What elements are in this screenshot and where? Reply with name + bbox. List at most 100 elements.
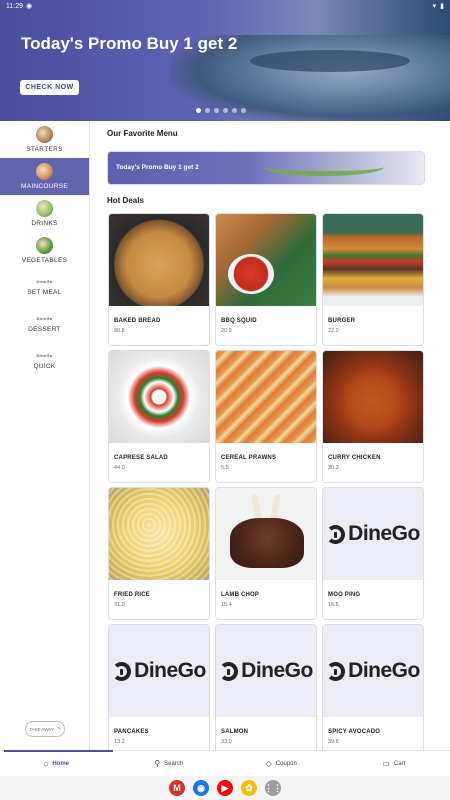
check-now-button[interactable]: CHECK NOW [20, 80, 79, 95]
sidebar-item-label: MAINCOURSE [20, 183, 69, 190]
sidebar-item-maincourse[interactable]: MAINCOURSE [0, 158, 89, 195]
food-card-caprese-salad[interactable]: CAPRESE SALAD 44.0 [108, 350, 210, 483]
nav-home[interactable]: ⌂ Home [0, 750, 113, 776]
carousel-dot[interactable] [214, 108, 219, 113]
carousel-dot[interactable] [196, 108, 201, 113]
status-time: 11:29 [6, 2, 23, 10]
dinego-logo-icon [219, 661, 239, 681]
food-name: MOO PING [328, 592, 361, 598]
food-name: BURGER [328, 318, 356, 324]
food-image [323, 351, 423, 443]
food-card-lamb-chop[interactable]: LAMB CHOP 15.4 [215, 487, 317, 620]
food-card-salmon[interactable]: DineGo SALMON 33.0 [215, 624, 317, 750]
dinego-mini-logo: DineGo [36, 353, 53, 358]
food-name: FRIED RICE [114, 592, 151, 598]
dinego-logo-icon [326, 524, 346, 544]
vegetables-thumb [36, 237, 53, 254]
carousel-dot[interactable] [232, 108, 237, 113]
nav-label: Home [52, 760, 69, 767]
take-away-label: TAKE AWAY [29, 726, 55, 732]
battery-icon: ▮ [440, 3, 444, 10]
food-price: 44.0 [114, 465, 125, 471]
hot-deals-title: Hot Deals [107, 196, 144, 205]
coupon-icon: ◇ [265, 759, 272, 768]
food-price: 22.0 [328, 328, 339, 334]
take-away-toggle[interactable]: TAKE AWAY ✎ [25, 721, 65, 737]
food-price: 5.5 [221, 465, 229, 471]
food-card-curry-chicken[interactable]: CURRY CHICKEN 30.3 [322, 350, 424, 483]
sidebar-item-label: DESSERT [28, 326, 61, 333]
sidebar-item-label: VEGETABLES [21, 257, 68, 264]
food-name: LAMB CHOP [221, 592, 260, 598]
sidebar-item-set-meal[interactable]: DineGo SET MEAL [0, 269, 89, 306]
nav-label: Coupon [275, 760, 297, 767]
youtube-icon[interactable]: ▶ [217, 780, 233, 796]
food-price: 30.3 [328, 465, 339, 471]
food-image [109, 488, 209, 580]
dinego-logo-text: DineGo [348, 659, 420, 682]
dinego-mini-logo: DineGo [36, 316, 53, 321]
drinks-thumb [36, 200, 53, 217]
food-image [109, 214, 209, 306]
status-bar: 11:29 ◉ ▾ ▮ [0, 0, 450, 12]
photos-icon[interactable]: ✿ [241, 780, 257, 796]
dinego-logo-icon [112, 661, 132, 681]
sauce-bowl [228, 254, 274, 294]
food-card-pancakes[interactable]: DineGo PANCAKES 13.2 [108, 624, 210, 750]
sidebar-item-drinks[interactable]: DRINKS [0, 195, 89, 232]
app-notification-icon: ◉ [26, 3, 33, 10]
nav-coupon[interactable]: ◇ Coupon [225, 751, 338, 776]
carousel-dot[interactable] [241, 108, 246, 113]
food-price: 33.0 [221, 739, 232, 745]
promo-hero-banner[interactable]: Today's Promo Buy 1 get 2 CHECK NOW [0, 0, 450, 121]
sidebar-item-label: SET MEAL [27, 289, 62, 296]
dinego-logo-text: DineGo [241, 659, 313, 682]
food-card-bbq-squid[interactable]: BBQ SQUID 20.9 [215, 213, 317, 346]
starters-thumb [36, 126, 53, 143]
food-card-spicy-avocado[interactable]: DineGo SPICY AVOCADO 39.6 [322, 624, 424, 750]
chrome-icon[interactable]: ◉ [193, 780, 209, 796]
nav-label: Cart [393, 760, 406, 767]
bottom-navigation: ⌂ Home ⚲ Search ◇ Coupon ▭ Cart [0, 750, 450, 776]
sidebar-item-quick[interactable]: DineGo QUICK [0, 343, 89, 380]
food-card-moo-ping[interactable]: DineGo MOO PING 16.5 [322, 487, 424, 620]
food-name: CAPRESE SALAD [114, 455, 168, 461]
food-card-burger[interactable]: BURGER 22.0 [322, 213, 424, 346]
food-name: CURRY CHICKEN [328, 455, 381, 461]
food-image [109, 351, 209, 443]
food-card-baked-bread[interactable]: BAKED BREAD 30.8 [108, 213, 210, 346]
dinego-logo-icon [326, 661, 346, 681]
sidebar-item-vegetables[interactable]: VEGETABLES [0, 232, 89, 269]
category-sidebar: STARTERS MAINCOURSE DRINKS VEGETABLES DineGo… [0, 121, 90, 750]
sidebar-item-starters[interactable]: STARTERS [0, 121, 89, 158]
sidebar-item-label: STARTERS [26, 146, 63, 153]
food-image [216, 488, 316, 580]
apps-grid-icon[interactable]: ⋮⋮ [264, 780, 282, 796]
maincourse-thumb [36, 163, 53, 180]
edit-icon: ✎ [57, 726, 61, 731]
food-name: BAKED BREAD [114, 318, 161, 324]
favorite-menu-title: Our Favorite Menu [107, 129, 178, 138]
hero-title: Today's Promo Buy 1 get 2 [21, 34, 238, 53]
main-content: Our Favorite Menu Today's Promo Buy 1 ge… [90, 121, 450, 750]
nav-cart[interactable]: ▭ Cart [338, 751, 450, 776]
sidebar-item-label: QUICK [33, 363, 56, 370]
carousel-dot[interactable] [223, 108, 228, 113]
dinego-mini-logo: DineGo [36, 279, 53, 284]
sidebar-item-dessert[interactable]: DineGo DESSERT [0, 306, 89, 343]
dinego-placeholder-image: DineGo [109, 625, 209, 717]
food-price: 30.8 [114, 328, 125, 334]
gmail-icon[interactable]: M [169, 780, 185, 796]
food-card-cereal-prawns[interactable]: CEREAL PRAWNS 5.5 [215, 350, 317, 483]
hot-deals-grid: BAKED BREAD 30.8 BBQ SQUID 20.9 BURGER 22.0 CA… [108, 213, 424, 750]
food-name: CEREAL PRAWNS [221, 455, 277, 461]
hero-island-shape [250, 50, 410, 72]
food-card-fried-rice[interactable]: FRIED RICE 31.0 [108, 487, 210, 620]
food-name: SPICY AVOCADO [328, 729, 381, 735]
food-price: 16.5 [328, 602, 339, 608]
nav-search[interactable]: ⚲ Search [113, 751, 226, 776]
favorite-promo-card[interactable]: Today's Promo Buy 1 get 2 [107, 151, 425, 185]
wifi-icon: ▾ [432, 3, 437, 10]
carousel-dot[interactable] [205, 108, 210, 113]
carousel-dots[interactable] [196, 108, 246, 113]
